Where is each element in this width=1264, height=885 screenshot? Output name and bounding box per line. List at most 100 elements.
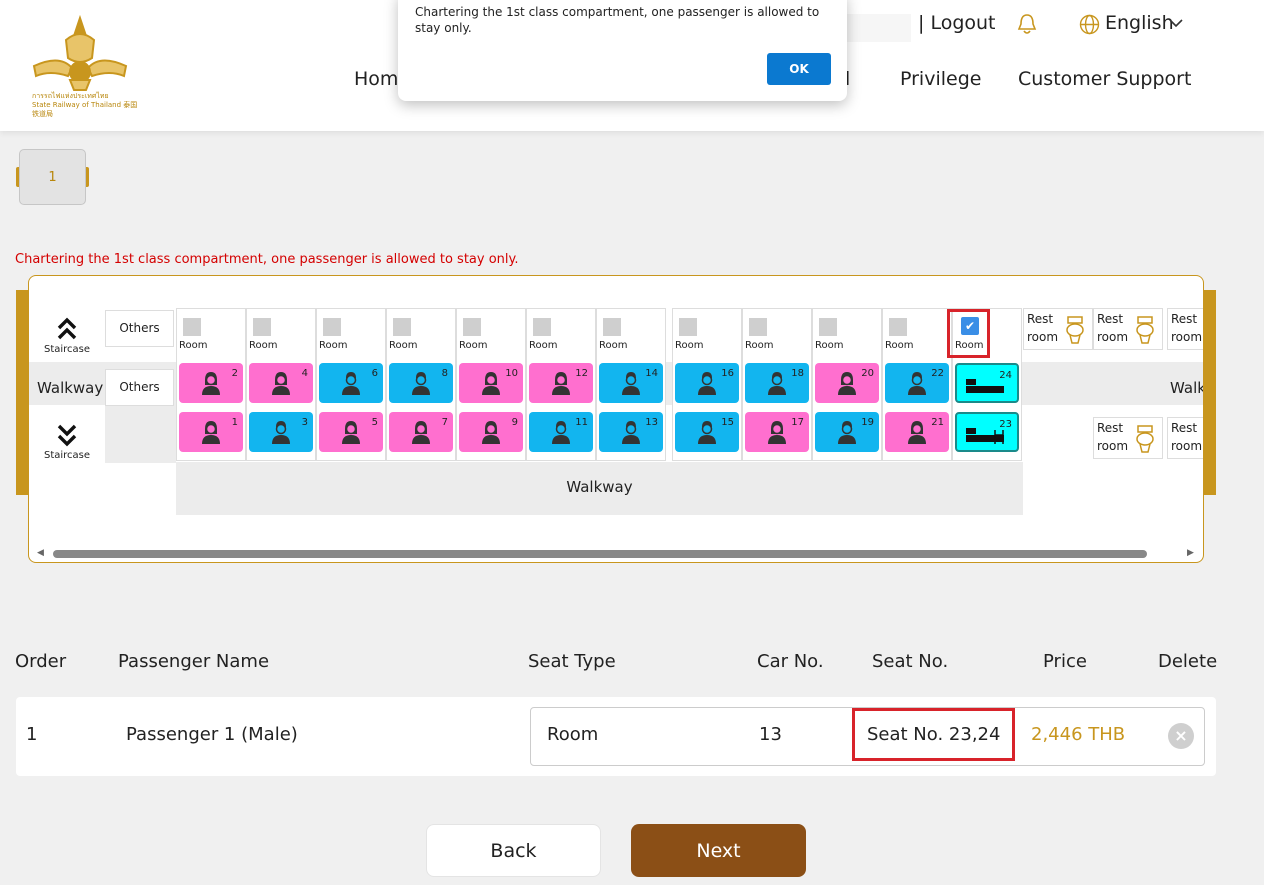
car-tab-1[interactable]: 1 (19, 149, 86, 205)
chevron-up-icon (57, 317, 77, 340)
room-checkbox-highlight (947, 309, 990, 358)
seat-23[interactable]: 23 (955, 412, 1019, 452)
seat-3[interactable]: 3 (249, 412, 313, 452)
room-checkbox[interactable] (323, 318, 341, 336)
row-order: 1 (26, 724, 38, 745)
rest-room: Rest room (1093, 308, 1163, 350)
room-checkbox[interactable] (819, 318, 837, 336)
header-seat-type: Seat Type (528, 651, 616, 672)
room-label: Room (389, 340, 418, 351)
seat-22[interactable]: 22 (885, 363, 949, 403)
compartment-column: Room 22 21 (882, 308, 952, 461)
seat-number: 11 (575, 417, 588, 428)
header-seat-no: Seat No. (872, 651, 949, 672)
language-selector[interactable]: English (1105, 12, 1174, 34)
toilet-icon (1136, 316, 1154, 344)
seat-4[interactable]: 4 (249, 363, 313, 403)
room-checkbox[interactable] (889, 318, 907, 336)
male-passenger-icon (838, 421, 856, 444)
rest-room: Rest room (1167, 417, 1203, 459)
seat-5[interactable]: 5 (319, 412, 383, 452)
nav-privilege[interactable]: Privilege (900, 68, 981, 90)
logo-caption: การรถไฟแห่งประเทศไทย State Railway of Th… (32, 92, 138, 118)
seat-number: 9 (511, 417, 518, 428)
compartment-column: Room 4 3 (246, 308, 316, 461)
seat-18[interactable]: 18 (745, 363, 809, 403)
seat-15[interactable]: 15 (675, 412, 739, 452)
room-label: Room (179, 340, 208, 351)
seat-number: 10 (505, 368, 518, 379)
staircase-label: Staircase (43, 450, 91, 461)
room-checkbox[interactable] (183, 318, 201, 336)
room-label: Room (745, 340, 774, 351)
seat-20[interactable]: 20 (815, 363, 879, 403)
rest-room: Rest room (1093, 417, 1163, 459)
seat-number: 6 (371, 368, 378, 379)
seat-12[interactable]: 12 (529, 363, 593, 403)
female-passenger-icon (202, 372, 220, 395)
male-passenger-icon (272, 421, 290, 444)
male-passenger-icon (908, 372, 926, 395)
compartment-column: Room 18 17 (742, 308, 812, 461)
seat-17[interactable]: 17 (745, 412, 809, 452)
bell-icon[interactable] (1016, 12, 1038, 36)
seat-8[interactable]: 8 (389, 363, 453, 403)
row-seat-type: Room (547, 724, 599, 745)
room-checkbox[interactable] (749, 318, 767, 336)
seat-11[interactable]: 11 (529, 412, 593, 452)
male-passenger-icon (768, 372, 786, 395)
female-passenger-icon (552, 372, 570, 395)
male-passenger-icon (622, 372, 640, 395)
seat-number: 5 (371, 417, 378, 428)
staircase-up: Staircase (37, 316, 97, 355)
nav-customer-support[interactable]: Customer Support (1018, 68, 1191, 90)
room-checkbox[interactable] (253, 318, 271, 336)
scroll-left-arrow[interactable]: ◀ (37, 548, 44, 558)
row-price: 2,446 THB (1031, 724, 1126, 745)
seat-21[interactable]: 21 (885, 412, 949, 452)
room-checkbox[interactable] (533, 318, 551, 336)
compartment-column: Room 14 13 (596, 308, 666, 461)
seat-13[interactable]: 13 (599, 412, 663, 452)
room-checkbox[interactable] (463, 318, 481, 336)
row-passenger-name: Passenger 1 (Male) (126, 724, 298, 745)
seat-map: Staircase Walkway Staircase Others Other… (28, 275, 1204, 563)
delete-icon[interactable]: × (1168, 723, 1194, 749)
scroll-right-arrow[interactable]: ▶ (1187, 548, 1194, 558)
seat-24[interactable]: 24 (955, 363, 1019, 403)
seat-7[interactable]: 7 (389, 412, 453, 452)
seat-14[interactable]: 14 (599, 363, 663, 403)
globe-icon[interactable] (1079, 14, 1100, 35)
seat-16[interactable]: 16 (675, 363, 739, 403)
room-label: Room (319, 340, 348, 351)
room-label: Room (249, 340, 278, 351)
compartment-column: Room 12 11 (526, 308, 596, 461)
next-button[interactable]: Next (631, 824, 806, 877)
room-checkbox[interactable] (603, 318, 621, 336)
back-button[interactable]: Back (426, 824, 601, 877)
alert-message: Chartering the 1st class compartment, on… (415, 5, 820, 35)
seat-2[interactable]: 2 (179, 363, 243, 403)
chevron-down-icon[interactable] (1168, 15, 1184, 31)
ok-button[interactable]: OK (767, 53, 831, 85)
horizontal-scrollbar[interactable] (53, 550, 1147, 558)
row-seat-no: Seat No. 23,24 (867, 724, 1001, 745)
seat-number: 14 (645, 368, 658, 379)
others-area: Others (105, 369, 174, 406)
seat-number: 21 (931, 417, 944, 428)
rest-room-label: room (1171, 439, 1203, 453)
walkway-band (105, 405, 176, 463)
seat-1[interactable]: 1 (179, 412, 243, 452)
seat-19[interactable]: 19 (815, 412, 879, 452)
seat-9[interactable]: 9 (459, 412, 523, 452)
alert-dialog: Chartering the 1st class compartment, on… (398, 0, 847, 101)
female-passenger-icon (482, 421, 500, 444)
seat-10[interactable]: 10 (459, 363, 523, 403)
room-checkbox[interactable] (679, 318, 697, 336)
seat-6[interactable]: 6 (319, 363, 383, 403)
logout-link[interactable]: | Logout (918, 12, 996, 34)
room-checkbox[interactable] (393, 318, 411, 336)
room-label: Room (885, 340, 914, 351)
rest-room-label: Rest (1171, 421, 1198, 435)
seat-number: 12 (575, 368, 588, 379)
